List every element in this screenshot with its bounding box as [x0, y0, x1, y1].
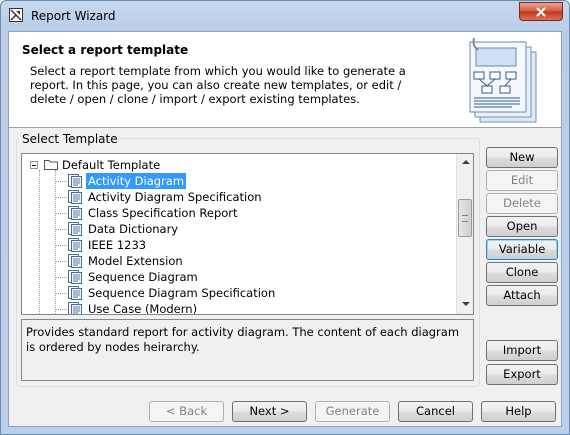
- scroll-up-arrow-icon[interactable]: [462, 160, 470, 164]
- variable-button[interactable]: Variable: [486, 239, 558, 260]
- report-template-icon: [68, 254, 82, 268]
- window-title: Report Wizard: [31, 9, 116, 23]
- template-tree[interactable]: Default Template Activity Diagram Activit…: [21, 153, 474, 315]
- help-button[interactable]: Help: [481, 401, 556, 422]
- tree-connector: [55, 261, 67, 262]
- title-bar[interactable]: Report Wizard: [1, 1, 569, 31]
- variable-button-label: Variable: [498, 242, 546, 256]
- tree-item-label: Data Dictionary: [88, 222, 179, 236]
- next-button[interactable]: Next >: [232, 401, 307, 422]
- cancel-button-label: Cancel: [416, 404, 455, 418]
- tree-guide-line: [39, 170, 40, 314]
- import-button-label: Import: [502, 343, 542, 357]
- report-template-icon: [68, 302, 82, 314]
- template-description: Provides standard report for activity di…: [21, 319, 474, 381]
- tree-connector: [55, 293, 67, 294]
- report-template-icon: [68, 222, 82, 236]
- back-button-label: < Back: [165, 404, 208, 418]
- generate-button-label: Generate: [325, 404, 380, 418]
- edit-button-label: Edit: [510, 173, 534, 187]
- collapse-toggle-icon[interactable]: [30, 161, 38, 169]
- tree-item-label: Activity Diagram Specification: [88, 190, 262, 204]
- report-template-icon: [68, 238, 82, 252]
- clone-button[interactable]: Clone: [486, 262, 558, 283]
- tree-connector: [55, 309, 67, 310]
- delete-button-label: Delete: [503, 196, 541, 210]
- tree-connector: [55, 197, 67, 198]
- report-wizard-icon: [9, 8, 23, 22]
- tree-connector: [55, 229, 67, 230]
- report-template-icon: [68, 286, 82, 300]
- tree-item-label: Sequence Diagram Specification: [88, 286, 276, 300]
- report-template-icon: [68, 270, 82, 284]
- tree-item-label: Sequence Diagram: [88, 270, 198, 284]
- attach-button-label: Attach: [503, 288, 541, 302]
- new-button[interactable]: New: [486, 147, 558, 168]
- report-documents-icon: [469, 38, 537, 123]
- tree-connector: [55, 213, 67, 214]
- export-button[interactable]: Export: [486, 364, 558, 385]
- clone-button-label: Clone: [505, 265, 539, 279]
- tree-item-label: Class Specification Report: [88, 206, 238, 220]
- open-button[interactable]: Open: [486, 216, 558, 237]
- back-button[interactable]: < Back: [149, 401, 224, 422]
- tree-item-label: Use Case (Modern): [88, 302, 198, 315]
- tree-connector: [55, 245, 67, 246]
- export-button-label: Export: [503, 367, 541, 381]
- tree-node-label: Default Template: [62, 158, 161, 172]
- header-title: Select a report template: [22, 43, 189, 57]
- dialog-client-area: Select a report template Select a report…: [8, 31, 562, 427]
- close-icon: [536, 7, 546, 17]
- next-button-label: Next >: [249, 404, 290, 418]
- tree-item-label: IEEE 1233: [88, 238, 147, 252]
- report-template-icon: [68, 206, 82, 220]
- select-template-label: Select Template: [19, 132, 121, 146]
- import-button[interactable]: Import: [486, 340, 558, 361]
- report-wizard-window: Report Wizard Select a report template S…: [0, 0, 570, 435]
- tree-item-label: Activity Diagram: [86, 173, 187, 189]
- header-description: Select a report template from which you …: [30, 64, 406, 106]
- tree-item-label: Model Extension: [88, 254, 183, 268]
- tree-connector: [55, 181, 67, 182]
- wizard-header: Select a report template Select a report…: [9, 32, 561, 128]
- report-template-icon: [68, 174, 82, 188]
- tree-connector: [55, 277, 67, 278]
- tree-vertical-scrollbar[interactable]: [456, 154, 473, 314]
- folder-icon: [44, 160, 58, 170]
- delete-button[interactable]: Delete: [486, 193, 558, 214]
- open-button-label: Open: [506, 219, 538, 233]
- help-button-label: Help: [505, 404, 532, 418]
- cancel-button[interactable]: Cancel: [398, 401, 473, 422]
- new-button-label: New: [509, 150, 535, 164]
- report-template-icon: [68, 190, 82, 204]
- generate-button[interactable]: Generate: [315, 401, 390, 422]
- scroll-down-arrow-icon[interactable]: [462, 302, 470, 306]
- attach-button[interactable]: Attach: [486, 285, 558, 306]
- scroll-thumb[interactable]: [458, 199, 472, 237]
- edit-button[interactable]: Edit: [486, 170, 558, 191]
- close-button[interactable]: [519, 2, 563, 21]
